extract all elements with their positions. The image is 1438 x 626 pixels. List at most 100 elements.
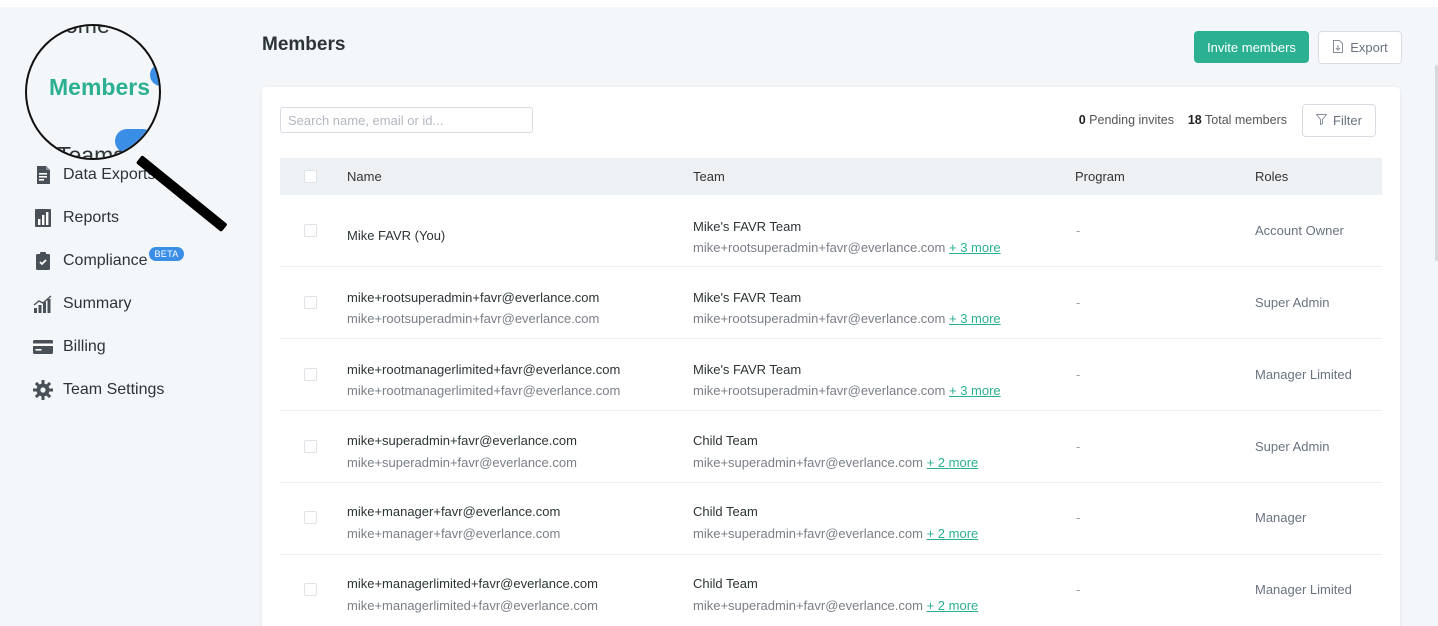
team-email: mike+rootsuperadmin+favr@everlance.com +… xyxy=(693,311,1001,326)
export-button[interactable]: Export xyxy=(1318,31,1402,64)
role-value: Manager xyxy=(1255,510,1307,525)
table-row[interactable]: mike+managerlimited+favr@everlance.com m… xyxy=(280,555,1382,626)
program-value: - xyxy=(1076,367,1081,382)
team-email: mike+superadmin+favr@everlance.com + 2 m… xyxy=(693,455,978,470)
sidebar-item-compliance[interactable]: Compliance BETA xyxy=(32,246,184,276)
export-icon xyxy=(1332,39,1344,56)
table-row[interactable]: mike+manager+favr@everlance.com mike+man… xyxy=(280,483,1382,555)
column-header-program[interactable]: Program xyxy=(1075,169,1125,184)
row-checkbox[interactable] xyxy=(304,296,317,309)
team-email-text: mike+rootsuperadmin+favr@everlance.com xyxy=(693,383,946,398)
sidebar-item-label: Compliance xyxy=(63,252,148,269)
gear-icon xyxy=(32,379,54,401)
team-email: mike+superadmin+favr@everlance.com + 2 m… xyxy=(693,526,978,541)
column-header-roles[interactable]: Roles xyxy=(1255,169,1288,184)
program-value: - xyxy=(1076,582,1081,597)
member-name[interactable]: mike+superadmin+favr@everlance.com xyxy=(347,433,577,448)
member-email: mike+rootmanagerlimited+favr@everlance.c… xyxy=(347,383,621,398)
member-email: mike+superadmin+favr@everlance.com xyxy=(347,455,577,470)
billing-icon xyxy=(32,336,54,358)
member-name[interactable]: mike+manager+favr@everlance.com xyxy=(347,504,560,519)
filter-label: Filter xyxy=(1333,113,1362,128)
table-row[interactable]: mike+superadmin+favr@everlance.com mike+… xyxy=(280,411,1382,483)
program-value: - xyxy=(1076,295,1081,310)
table-row[interactable]: Mike FAVR (You) Mike's FAVR Team mike+ro… xyxy=(280,195,1382,267)
member-name[interactable]: Mike FAVR (You) xyxy=(347,228,445,243)
role-value: Super Admin xyxy=(1255,439,1330,454)
sidebar-item-billing[interactable]: Billing xyxy=(32,332,106,362)
sidebar-item-summary[interactable]: Summary xyxy=(32,289,131,319)
row-checkbox[interactable] xyxy=(304,583,317,596)
team-email: mike+rootsuperadmin+favr@everlance.com +… xyxy=(693,383,1001,398)
column-header-team[interactable]: Team xyxy=(693,169,725,184)
team-email-text: mike+superadmin+favr@everlance.com xyxy=(693,598,923,613)
more-teams-link[interactable]: + 2 more xyxy=(927,455,979,470)
sidebar-item-data-exports[interactable]: Data Exports xyxy=(32,160,155,190)
more-teams-link[interactable]: + 2 more xyxy=(927,526,979,541)
beta-badge: BETA xyxy=(149,247,184,261)
members-card: 0 Pending invites 18 Total members Filte… xyxy=(262,87,1400,626)
sidebar-item-label: Summary xyxy=(63,295,132,312)
page-title: Members xyxy=(262,34,346,55)
pending-label: Pending invites xyxy=(1089,113,1174,127)
reports-icon xyxy=(32,207,54,229)
sidebar-item-reports[interactable]: Reports xyxy=(32,203,119,233)
member-name[interactable]: mike+managerlimited+favr@everlance.com xyxy=(347,576,598,591)
column-header-name[interactable]: Name xyxy=(347,169,382,184)
more-teams-link[interactable]: + 3 more xyxy=(949,240,1001,255)
table-header: Name Team Program Roles xyxy=(280,158,1382,195)
total-label: Total members xyxy=(1205,113,1287,127)
member-stats: 0 Pending invites 18 Total members xyxy=(1079,113,1287,127)
team-name: Mike's FAVR Team xyxy=(693,219,802,234)
program-value: - xyxy=(1076,510,1081,525)
team-name: Child Team xyxy=(693,576,758,591)
more-teams-link[interactable]: + 3 more xyxy=(949,383,1001,398)
role-value: Account Owner xyxy=(1255,223,1344,238)
invite-members-button[interactable]: Invite members xyxy=(1194,31,1309,63)
program-value: - xyxy=(1076,223,1081,238)
main-content: Members Invite members Export 0 Pending … xyxy=(262,7,1402,626)
team-email: mike+superadmin+favr@everlance.com + 2 m… xyxy=(693,598,978,613)
total-count: 18 xyxy=(1187,113,1202,127)
sidebar-item-label: Data Exports xyxy=(63,166,156,183)
role-value: Super Admin xyxy=(1255,295,1330,310)
team-name: Child Team xyxy=(693,433,758,448)
team-email: mike+rootsuperadmin+favr@everlance.com +… xyxy=(693,240,1001,255)
select-all-checkbox[interactable] xyxy=(304,170,317,183)
summary-icon xyxy=(32,293,54,315)
team-name: Mike's FAVR Team xyxy=(693,290,802,305)
compliance-icon xyxy=(32,250,54,272)
member-email: mike+rootsuperadmin+favr@everlance.com xyxy=(347,311,600,326)
role-value: Manager Limited xyxy=(1255,367,1352,382)
member-name[interactable]: mike+rootsuperadmin+favr@everlance.com xyxy=(347,290,599,305)
top-bar xyxy=(0,0,1438,7)
row-checkbox[interactable] xyxy=(304,511,317,524)
search-input[interactable] xyxy=(280,107,533,133)
pending-count: 0 xyxy=(1078,113,1086,127)
team-email-text: mike+superadmin+favr@everlance.com xyxy=(693,455,923,470)
member-email: mike+managerlimited+favr@everlance.com xyxy=(347,598,598,613)
sidebar-item-label: Team Settings xyxy=(63,381,165,398)
data-exports-icon xyxy=(32,164,54,186)
sidebar-item-label: Billing xyxy=(63,338,106,355)
team-email-text: mike+rootsuperadmin+favr@everlance.com xyxy=(693,240,946,255)
row-checkbox[interactable] xyxy=(304,440,317,453)
sidebar-item-team-settings[interactable]: Team Settings xyxy=(32,375,164,405)
program-value: - xyxy=(1076,439,1081,454)
row-checkbox[interactable] xyxy=(304,224,317,237)
team-email-text: mike+superadmin+favr@everlance.com xyxy=(693,526,923,541)
sidebar-item-label: Reports xyxy=(63,209,120,226)
team-name: Mike's FAVR Team xyxy=(693,362,802,377)
member-email: mike+manager+favr@everlance.com xyxy=(347,526,561,541)
sidebar: Data Exports Reports Compliance BETA Sum… xyxy=(0,7,240,626)
more-teams-link[interactable]: + 2 more xyxy=(927,598,979,613)
table-row[interactable]: mike+rootsuperadmin+favr@everlance.com m… xyxy=(280,267,1382,339)
member-name[interactable]: mike+rootmanagerlimited+favr@everlance.c… xyxy=(347,362,620,377)
team-name: Child Team xyxy=(693,504,758,519)
table-row[interactable]: mike+rootmanagerlimited+favr@everlance.c… xyxy=(280,339,1382,411)
more-teams-link[interactable]: + 3 more xyxy=(949,311,1001,326)
filter-button[interactable]: Filter xyxy=(1302,104,1376,137)
team-email-text: mike+rootsuperadmin+favr@everlance.com xyxy=(693,311,946,326)
export-label: Export xyxy=(1350,40,1388,55)
row-checkbox[interactable] xyxy=(304,368,317,381)
